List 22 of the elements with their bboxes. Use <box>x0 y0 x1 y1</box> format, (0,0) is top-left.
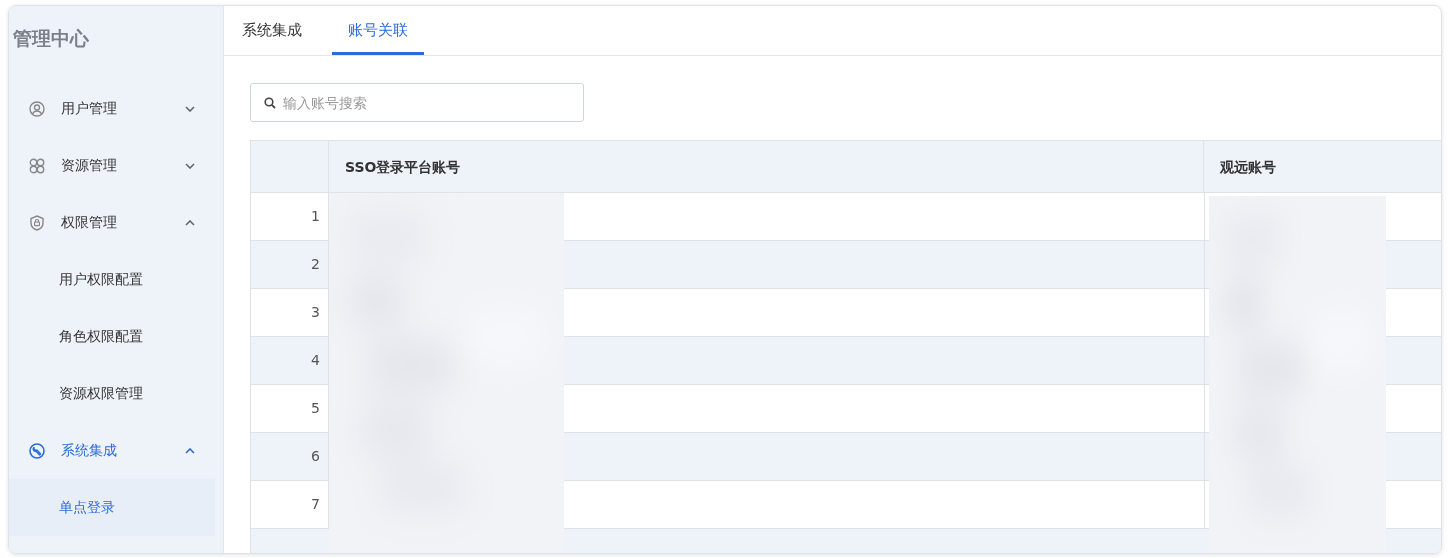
tab[interactable]: 账号关联 <box>332 8 424 55</box>
four-circles-icon <box>29 157 45 174</box>
menu-item[interactable]: 用户管理 <box>9 80 223 137</box>
column-header: SSO登录平台账号 <box>329 141 1204 192</box>
submenu-item[interactable]: 用户权限配置 <box>9 251 223 308</box>
app-title: 管理中心 <box>12 26 90 51</box>
submenu-item[interactable]: 单点登录 <box>9 479 215 536</box>
menu-item[interactable]: 资源管理 <box>9 137 223 194</box>
chevron-up-icon <box>185 219 195 226</box>
submenu-item[interactable]: 角色权限配置 <box>9 308 223 365</box>
menu-item[interactable]: 系统集成 <box>9 422 223 479</box>
tab[interactable]: 系统集成 <box>232 8 312 55</box>
menu-item[interactable]: 权限管理 <box>9 194 223 251</box>
wrench-icon <box>29 442 45 459</box>
shield-lock-icon <box>29 214 45 231</box>
submenu-item[interactable]: 资源权限管理 <box>9 365 223 422</box>
user-icon <box>29 100 45 117</box>
search-field[interactable]: 输入账号搜索 <box>250 83 584 122</box>
column-header: 观远账号 <box>1219 158 1277 177</box>
chevron-up-icon <box>185 447 195 454</box>
chevron-down-icon <box>185 105 195 112</box>
chevron-down-icon <box>185 162 195 169</box>
